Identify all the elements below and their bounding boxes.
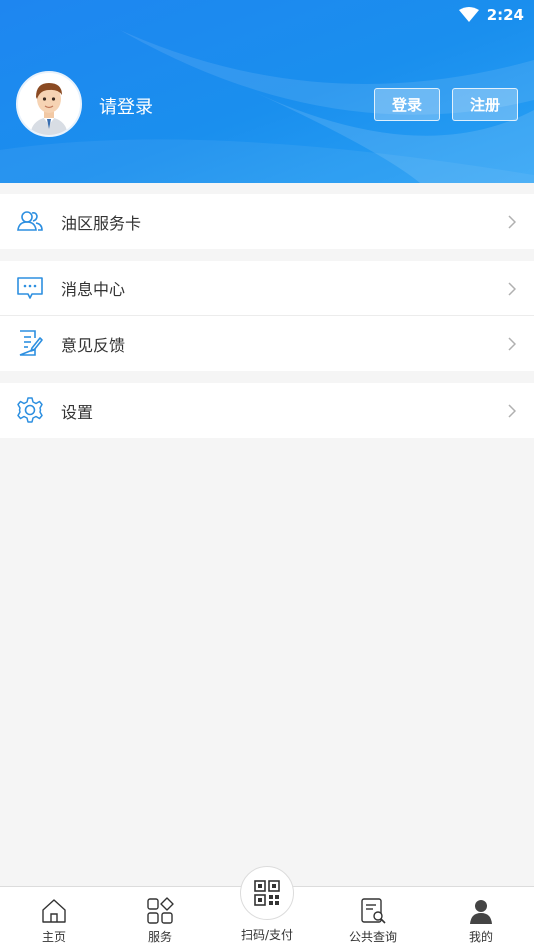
message-icon	[17, 277, 43, 299]
status-time: 2:24	[486, 6, 524, 24]
tab-label: 公共查询	[348, 930, 397, 944]
login-button[interactable]: 登录	[374, 88, 440, 121]
tab-label: 我的	[468, 930, 493, 944]
qr-code-icon	[254, 880, 280, 906]
menu-group-messages: 消息中心 意见反馈	[0, 261, 534, 371]
tab-label: 服务	[147, 930, 172, 944]
tab-label: 主页	[41, 930, 66, 944]
wifi-icon	[458, 7, 479, 22]
tab-query[interactable]: 公共查询	[345, 887, 401, 949]
menu-item-label: 设置	[61, 402, 94, 422]
login-prompt[interactable]: 请登录	[99, 93, 153, 119]
chevron-right-icon	[508, 215, 516, 229]
menu-item-message-center[interactable]: 消息中心	[0, 261, 534, 316]
menu-item-label: 消息中心	[61, 280, 126, 299]
chevron-right-icon	[508, 337, 516, 351]
people-icon	[17, 211, 43, 231]
scan-pay-label[interactable]: 扫码/支付	[227, 926, 307, 943]
chevron-right-icon	[508, 404, 516, 418]
chevron-right-icon	[508, 282, 516, 296]
gear-icon	[17, 397, 43, 423]
tab-mine[interactable]: 我的	[461, 887, 501, 949]
menu-group-cards: 油区服务卡	[0, 194, 534, 249]
user-icon	[470, 900, 492, 924]
grid-icon	[147, 897, 174, 924]
menu-item-label: 意见反馈	[61, 335, 126, 355]
avatar[interactable]	[16, 71, 82, 137]
menu-item-settings[interactable]: 设置	[0, 383, 534, 438]
feedback-icon	[19, 330, 43, 356]
register-button[interactable]: 注册	[452, 88, 518, 121]
menu-group-settings: 设置	[0, 383, 534, 438]
scan-pay-button[interactable]	[240, 866, 294, 920]
avatar-icon	[18, 73, 80, 135]
document-search-icon	[361, 898, 386, 924]
tab-home[interactable]: 主页	[34, 887, 74, 949]
profile-header: 2:24 请登录 登录 注册	[0, 0, 534, 183]
status-bar: 2:24	[458, 4, 524, 26]
menu-item-label: 油区服务卡	[61, 213, 142, 233]
menu-item-feedback[interactable]: 意见反馈	[0, 316, 534, 371]
tab-service[interactable]: 服务	[140, 887, 180, 949]
menu-item-oilfield-card[interactable]: 油区服务卡	[0, 194, 534, 249]
home-icon	[42, 899, 66, 923]
